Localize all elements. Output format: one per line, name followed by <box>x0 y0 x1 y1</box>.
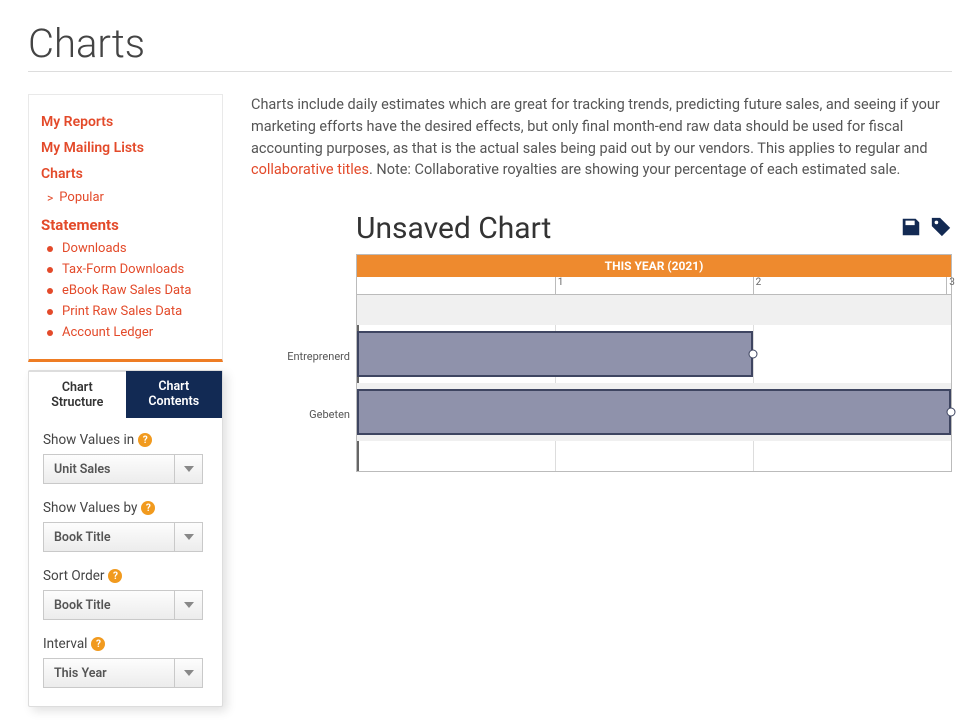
nav-statements-header: Statements <box>41 208 210 238</box>
nav-sub-label: Popular <box>59 190 104 205</box>
nav-statements-ledger[interactable]: Account Ledger <box>41 322 210 343</box>
collaborative-titles-link[interactable]: collaborative titles <box>251 161 369 178</box>
show-values-by-select[interactable]: Book Title <box>43 522 203 552</box>
nav-sub-label: Account Ledger <box>62 325 153 340</box>
help-icon[interactable]: ? <box>141 501 155 515</box>
chevron-right-icon: > <box>47 191 53 205</box>
help-icon[interactable]: ? <box>138 433 152 447</box>
chevron-down-icon <box>174 591 202 619</box>
nav-charts-popular[interactable]: > Popular <box>41 187 210 208</box>
chart-category-label: Entreprenerd <box>251 327 350 385</box>
intro-text: Charts include daily estimates which are… <box>251 94 952 181</box>
tab-chart-structure[interactable]: Chart Structure <box>29 371 126 418</box>
chart-bar[interactable] <box>357 389 951 435</box>
bullet-icon <box>47 330 53 336</box>
bullet-icon <box>47 309 53 315</box>
chart-bar[interactable] <box>357 331 753 377</box>
chart-bar-handle[interactable] <box>748 350 757 359</box>
select-value: This Year <box>44 666 174 681</box>
chart-bar-row <box>357 383 951 441</box>
show-values-by-label: Show Values by ? <box>43 500 208 516</box>
help-icon[interactable]: ? <box>91 637 105 651</box>
nav-charts[interactable]: Charts <box>41 161 210 187</box>
chart-x-axis: 1 2 3 <box>357 277 951 295</box>
chart-title: Unsaved Chart <box>356 211 551 246</box>
tab-chart-contents[interactable]: Chart Contents <box>126 371 223 418</box>
nav-my-mailing-lists[interactable]: My Mailing Lists <box>41 135 210 161</box>
select-value: Book Title <box>44 598 174 613</box>
nav-sub-label: Print Raw Sales Data <box>62 304 182 319</box>
nav-sub-label: eBook Raw Sales Data <box>62 283 191 298</box>
chart-bar-row <box>357 325 951 383</box>
chevron-down-icon <box>174 659 202 687</box>
chart-row-spacer <box>357 441 951 471</box>
nav-sub-label: Tax-Form Downloads <box>62 262 184 277</box>
chevron-down-icon <box>174 455 202 483</box>
sort-order-select[interactable]: Book Title <box>43 590 203 620</box>
chart-tick: 1 <box>555 277 564 294</box>
chart-tick: 3 <box>946 277 955 294</box>
show-values-in-label: Show Values in ? <box>43 432 208 448</box>
bullet-icon <box>47 246 53 252</box>
chart-category-label: Gebeten <box>251 385 350 443</box>
select-value: Unit Sales <box>44 462 174 477</box>
show-values-in-select[interactable]: Unit Sales <box>43 454 203 484</box>
nav-statements-print-raw[interactable]: Print Raw Sales Data <box>41 301 210 322</box>
tag-icon[interactable] <box>930 216 952 242</box>
chevron-down-icon <box>174 523 202 551</box>
nav-sub-label: Downloads <box>62 241 127 256</box>
interval-select[interactable]: This Year <box>43 658 203 688</box>
report-nav: My Reports My Mailing Lists Charts > Pop… <box>28 94 223 362</box>
nav-my-reports[interactable]: My Reports <box>41 109 210 135</box>
nav-statements-ebook-raw[interactable]: eBook Raw Sales Data <box>41 280 210 301</box>
chart-bar-handle[interactable] <box>947 408 956 417</box>
chart-row-spacer <box>357 295 951 325</box>
nav-statements-downloads[interactable]: Downloads <box>41 238 210 259</box>
interval-label: Interval ? <box>43 636 208 652</box>
nav-statements-tax-form[interactable]: Tax-Form Downloads <box>41 259 210 280</box>
bullet-icon <box>47 267 53 273</box>
chart-period-header: THIS YEAR (2021) <box>357 255 951 277</box>
chart-config-panel: Chart Structure Chart Contents Show Valu… <box>28 370 223 707</box>
select-value: Book Title <box>44 530 174 545</box>
page-title: Charts <box>28 20 952 72</box>
sort-order-label: Sort Order ? <box>43 568 208 584</box>
help-icon[interactable]: ? <box>108 569 122 583</box>
chart-tick: 2 <box>753 277 762 294</box>
bullet-icon <box>47 288 53 294</box>
save-icon[interactable] <box>900 216 922 242</box>
chart-plot: Entreprenerd Gebeten THIS YEAR (2021) 1 … <box>251 254 952 472</box>
